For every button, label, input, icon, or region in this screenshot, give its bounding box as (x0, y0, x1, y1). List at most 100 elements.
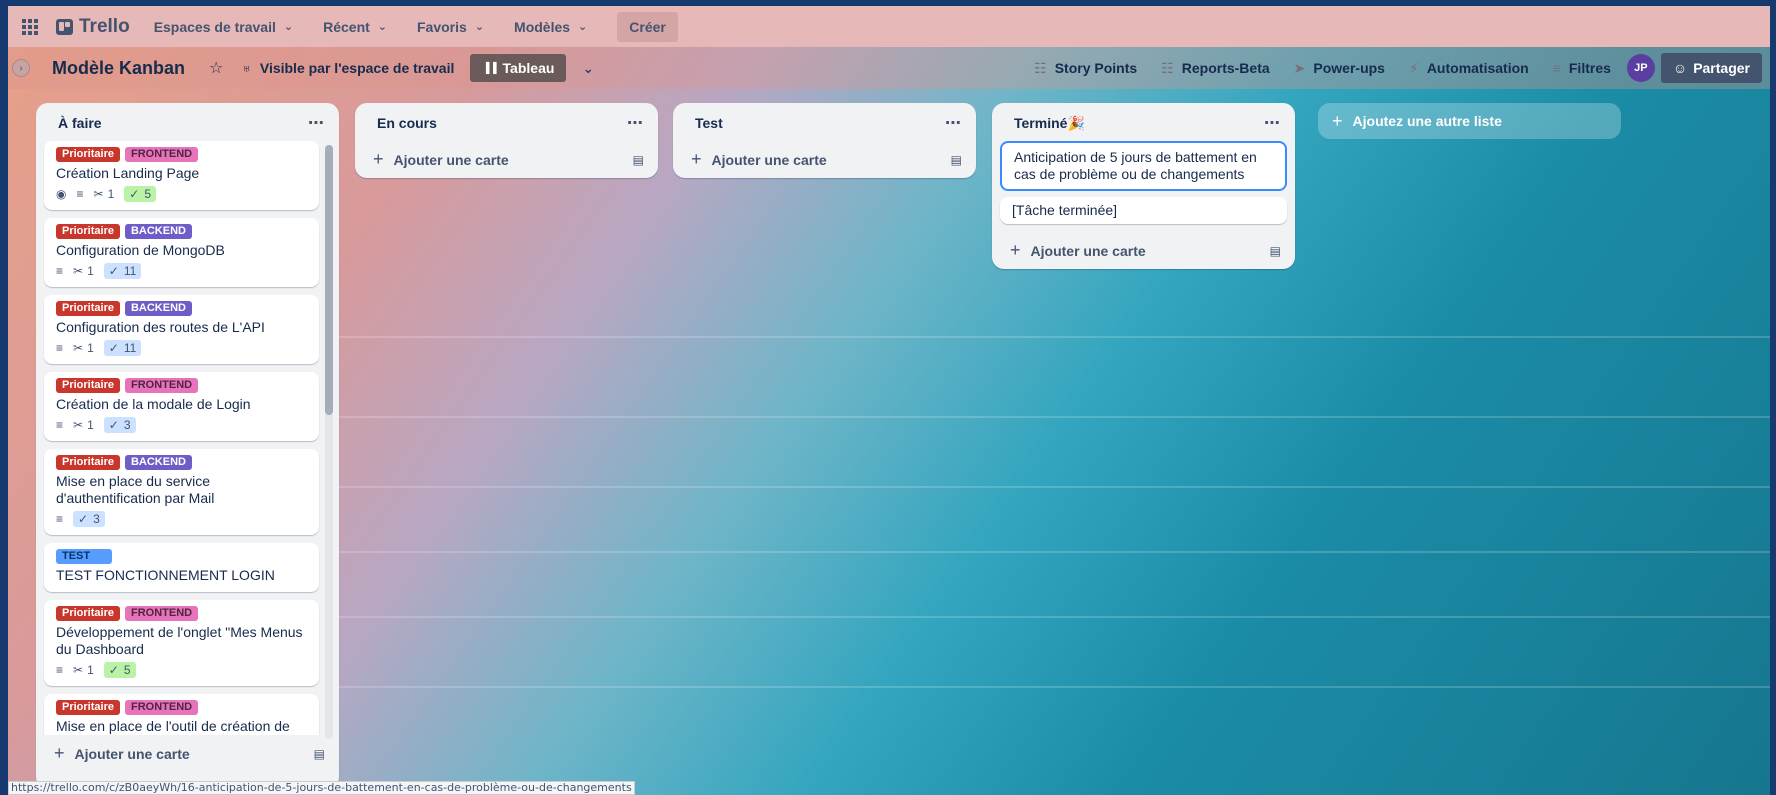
card-labels: Prioritaire BACKEND (56, 224, 307, 239)
attachment-badge: ✂ 1 (94, 187, 115, 201)
browser-status-url: https://trello.com/c/zB0aeyWh/16-anticip… (8, 781, 635, 795)
label-priority[interactable]: Prioritaire (56, 224, 120, 239)
top-navigation-bar: Trello Espaces de travail ⌄ Récent ⌄ Favor… (8, 6, 1770, 47)
list-title[interactable]: Test (695, 115, 723, 131)
label-backend[interactable]: BACKEND (124, 301, 192, 316)
card-badges: ≡ ✂ 1 ✓ 5 (56, 662, 307, 678)
list-scrollbar[interactable] (325, 145, 333, 739)
card-template-icon[interactable]: ▤ (633, 153, 644, 167)
create-button[interactable]: Créer (617, 11, 678, 42)
story-points-button[interactable]: ☷ Story Points (1034, 60, 1137, 77)
view-switcher-chevron-icon[interactable]: ⌄ (582, 60, 594, 77)
label-frontend[interactable]: FRONTEND (124, 147, 199, 162)
menu-workspaces[interactable]: Espaces de travail ⌄ (154, 19, 293, 35)
plus-icon: + (1010, 240, 1021, 260)
scrollbar-thumb[interactable] (325, 145, 333, 415)
plus-icon: + (691, 149, 702, 169)
card[interactable]: Prioritaire BACKEND Mise en place du ser… (44, 449, 319, 535)
reports-button[interactable]: ☷ Reports-Beta (1161, 60, 1269, 77)
checklist-badge: ✓ 3 (103, 417, 136, 433)
label-priority[interactable]: Prioritaire (56, 378, 120, 393)
menu-favorites[interactable]: Favoris ⌄ (417, 19, 484, 35)
filters-label: Filtres (1568, 60, 1611, 76)
card[interactable]: TEST TEST FONCTIONNEMENT LOGIN (44, 543, 319, 592)
card-labels: Prioritaire FRONTEND (56, 700, 307, 715)
background-stripe (308, 486, 1770, 488)
card-template-icon[interactable]: ▤ (1270, 244, 1281, 258)
list-header: À faire ⋯ (36, 103, 339, 141)
checklist-badge: ✓ 11 (103, 263, 142, 279)
card[interactable]: [Tâche terminée] (1000, 197, 1287, 224)
card-title: [Tâche terminée] (1012, 202, 1118, 218)
card-template-icon[interactable]: ▤ (314, 747, 325, 761)
list-menu-icon[interactable]: ⋯ (627, 113, 644, 133)
filters-button[interactable]: ≡ Filtres (1553, 60, 1611, 76)
app-switcher-icon[interactable] (22, 18, 38, 35)
label-priority[interactable]: Prioritaire (56, 147, 120, 162)
card[interactable]: Prioritaire FRONTEND Mise en place de l'… (44, 694, 319, 735)
add-card-button[interactable]: + Ajouter une carte (691, 149, 827, 170)
label-frontend[interactable]: FRONTEND (124, 378, 199, 393)
background-stripe (308, 686, 1770, 688)
star-icon[interactable]: ☆ (209, 58, 223, 78)
checklist-count: 3 (123, 418, 131, 432)
add-card-button[interactable]: + Ajouter une carte (1010, 240, 1146, 261)
share-label: Partager (1693, 60, 1750, 76)
chevron-right-icon: › (19, 62, 23, 74)
add-card-label: Ajouter une carte (711, 151, 827, 168)
menu-recent[interactable]: Récent ⌄ (323, 19, 387, 35)
menu-templates[interactable]: Modèles ⌄ (514, 19, 587, 35)
card[interactable]: Prioritaire FRONTEND Développement de l'… (44, 600, 319, 686)
menu-label: Récent (323, 18, 370, 35)
list-cards: Anticipation de 5 jours de battement en … (992, 141, 1295, 224)
card-labels: Prioritaire BACKEND (56, 455, 307, 470)
list-title-wrap[interactable]: Terminé🎉 (1014, 115, 1085, 132)
add-card-button[interactable]: + Ajouter une carte (54, 743, 190, 764)
label-backend[interactable]: BACKEND (124, 224, 192, 239)
label-frontend[interactable]: FRONTEND (124, 606, 199, 621)
visibility-button[interactable]: ♅ Visible par l'espace de travail (241, 60, 454, 76)
story-points-label: Story Points (1054, 60, 1138, 76)
description-icon: ≡ (56, 341, 64, 355)
label-priority[interactable]: Prioritaire (56, 455, 120, 470)
add-list-label: Ajoutez une autre liste (1352, 113, 1502, 129)
card-badges: ≡ ✂ 1 ✓ 11 (56, 340, 307, 356)
powerup-icon: ☷ (1161, 59, 1174, 76)
plus-icon: + (1332, 110, 1343, 131)
powerups-button[interactable]: ➤ Power-ups (1294, 60, 1385, 77)
list-done: Terminé🎉 ⋯ Anticipation de 5 jours de ba… (992, 103, 1295, 269)
card-title: Mise en place du service d'authentificat… (56, 473, 215, 506)
card[interactable]: Prioritaire BACKEND Configuration des ro… (44, 295, 319, 364)
share-button[interactable]: ☺ Partager (1660, 53, 1762, 83)
card-badges: ≡ ✓ 3 (56, 511, 307, 527)
add-list-button[interactable]: + Ajoutez une autre liste (1318, 103, 1621, 139)
label-priority[interactable]: Prioritaire (56, 606, 120, 621)
list-title[interactable]: À faire (58, 115, 102, 131)
label-backend[interactable]: BACKEND (124, 455, 192, 470)
card[interactable]: Prioritaire FRONTEND Création de la moda… (44, 372, 319, 441)
party-emoji-icon: 🎉 (1067, 114, 1085, 131)
add-card-button[interactable]: + Ajouter une carte (373, 149, 509, 170)
card-labels: Prioritaire BACKEND (56, 301, 307, 316)
card-editor[interactable]: Anticipation de 5 jours de battement en … (1000, 141, 1287, 191)
card[interactable]: Prioritaire FRONTEND Création Landing Pa… (44, 141, 319, 210)
expand-sidebar-button[interactable]: › (12, 59, 30, 77)
card-badges: ≡ ✂ 1 ✓ 11 (56, 263, 307, 279)
list-menu-icon[interactable]: ⋯ (1264, 113, 1281, 133)
list-menu-icon[interactable]: ⋯ (945, 113, 962, 133)
board-view-button[interactable]: ▐▐ Tableau (470, 54, 567, 82)
label-priority[interactable]: Prioritaire (56, 301, 120, 316)
chevron-down-icon: ⌄ (377, 21, 387, 33)
label-frontend[interactable]: FRONTEND (124, 700, 199, 715)
card[interactable]: Prioritaire BACKEND Configuration de Mon… (44, 218, 319, 287)
label-priority[interactable]: Prioritaire (56, 700, 120, 715)
member-avatar[interactable]: JP (1626, 54, 1655, 82)
list-menu-icon[interactable]: ⋯ (308, 113, 325, 133)
trello-logo[interactable]: Trello (56, 16, 130, 38)
board-title[interactable]: Modèle Kanban (52, 58, 185, 79)
list-title[interactable]: En cours (377, 115, 437, 131)
card-template-icon[interactable]: ▤ (951, 153, 962, 167)
label-test[interactable]: TEST (56, 549, 112, 564)
powerup-icon: ☷ (1034, 59, 1047, 76)
automation-button[interactable]: ⚡ Automatisation (1409, 60, 1529, 77)
